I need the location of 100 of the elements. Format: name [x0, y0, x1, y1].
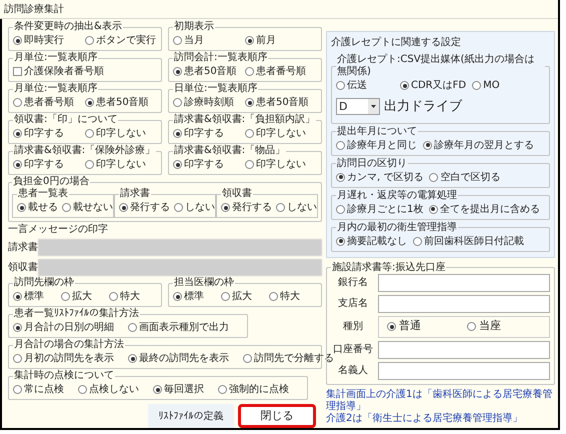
option-label: 印字しない — [256, 158, 306, 172]
radio-button[interactable] — [13, 98, 22, 107]
radio-button[interactable] — [336, 81, 345, 90]
radio-button[interactable] — [221, 203, 230, 212]
field-label: 口座番号 — [333, 342, 374, 357]
option-label: 印字しない — [256, 126, 306, 141]
group-title: 集計時の点検について — [13, 370, 115, 382]
radio-button[interactable] — [221, 292, 230, 301]
radio-button[interactable] — [85, 160, 94, 169]
group-title: 領収書 — [221, 188, 253, 200]
radio-button[interactable] — [128, 354, 137, 363]
input-field[interactable] — [378, 294, 550, 312]
field-label: 領収書 — [8, 260, 38, 275]
radio-button[interactable] — [336, 172, 345, 182]
input-field[interactable] — [378, 362, 550, 380]
option-label: カンマ, で区切る — [347, 170, 424, 184]
group-title: 訪問日の区切り — [336, 158, 408, 170]
group-title: 月遅れ・返戻等の電算処理 — [336, 190, 458, 202]
radio-button[interactable] — [276, 203, 285, 212]
option-label: CDR又はFD — [411, 79, 466, 93]
radio-button[interactable] — [336, 204, 345, 214]
radio-button[interactable] — [413, 236, 422, 246]
radio-button[interactable] — [428, 204, 438, 214]
radio-button[interactable] — [336, 140, 345, 150]
radio-button[interactable] — [128, 323, 137, 332]
radio-button[interactable] — [387, 322, 396, 331]
radio-button[interactable] — [218, 385, 227, 394]
option-label: 当月 — [184, 34, 204, 48]
radio-button[interactable] — [13, 385, 22, 394]
radio-button[interactable] — [153, 385, 162, 394]
option-label: 即時実行 — [24, 34, 64, 48]
radio-button[interactable] — [13, 292, 22, 301]
radio-button[interactable] — [62, 203, 71, 212]
radio-button[interactable] — [423, 140, 432, 150]
input-field[interactable] — [378, 274, 550, 292]
option-label: 月初の訪問先を表示 — [24, 352, 114, 366]
radio-button[interactable] — [119, 203, 128, 212]
drive-dropdown[interactable]: D — [336, 98, 380, 116]
radio-button[interactable] — [173, 98, 182, 107]
radio-button[interactable] — [173, 129, 182, 138]
option-label: 標準 — [24, 290, 44, 304]
radio-button[interactable] — [173, 160, 182, 169]
group-title: 月単位:一覧表順序 — [13, 83, 98, 95]
option-label: 載せない — [73, 200, 113, 215]
option-label: 載せる — [28, 200, 58, 215]
radio-button[interactable] — [173, 67, 182, 76]
option-label: 患者50音順 — [96, 96, 149, 110]
radio-button[interactable] — [85, 129, 94, 138]
radio-button[interactable] — [13, 160, 22, 169]
section-title: 一言メッセージの印字 — [8, 223, 109, 236]
radio-button[interactable] — [336, 236, 345, 246]
radio-button[interactable] — [400, 81, 409, 90]
input-field[interactable] — [378, 340, 550, 358]
radio-button[interactable] — [174, 203, 183, 212]
option-label: ボタンで実行 — [96, 34, 156, 48]
radio-button[interactable] — [467, 322, 476, 331]
radio-button[interactable] — [85, 36, 94, 45]
radio-button[interactable] — [243, 354, 252, 363]
option-label: 拡大 — [232, 290, 252, 304]
radio-button[interactable] — [269, 292, 278, 301]
option-label: 印字する — [24, 158, 64, 172]
option-label: 当座 — [479, 318, 501, 334]
radio-button[interactable] — [173, 292, 182, 301]
radio-button[interactable] — [85, 98, 94, 107]
message-field[interactable] — [38, 239, 322, 256]
dialog-button[interactable]: 閉じる — [238, 404, 316, 428]
radio-button[interactable] — [78, 385, 87, 394]
option-label: 診療時刻順 — [184, 96, 234, 110]
checkbox[interactable] — [13, 67, 22, 76]
option-label: 毎回選択 — [164, 383, 204, 397]
panel-title: 介護レセプトに関連する設定 — [331, 36, 462, 50]
message-field[interactable] — [38, 259, 322, 276]
radio-button[interactable] — [17, 203, 26, 212]
group-title: 負担金0円の場合 — [12, 176, 90, 188]
option-label: 患者50音順 — [256, 96, 309, 110]
radio-button[interactable] — [245, 129, 254, 138]
radio-button[interactable] — [109, 292, 118, 301]
radio-button[interactable] — [13, 354, 22, 363]
option-label: 全てを提出月に含める — [440, 202, 540, 216]
radio-button[interactable] — [13, 129, 22, 138]
option-label: 印字しない — [96, 126, 146, 141]
option-label: 患者番号順 — [256, 64, 306, 79]
radio-button[interactable] — [13, 36, 22, 45]
radio-button[interactable] — [429, 172, 438, 182]
option-label: 発行する — [232, 201, 272, 215]
group-title: 月単位:一覧表順序 — [13, 52, 98, 64]
option-label: 印字しない — [96, 158, 146, 172]
radio-button[interactable] — [245, 67, 254, 76]
radio-button[interactable] — [61, 292, 70, 301]
dialog-button[interactable]: ﾘｽﾄﾌｧｲﾙの定義 — [148, 404, 234, 428]
radio-button[interactable] — [245, 36, 254, 45]
radio-button[interactable] — [173, 36, 182, 45]
radio-button[interactable] — [245, 98, 254, 107]
radio-button[interactable] — [13, 323, 22, 332]
option-label: 標準 — [184, 290, 204, 304]
radio-button[interactable] — [245, 160, 254, 169]
option-label: 患者番号順 — [24, 96, 74, 110]
radio-button[interactable] — [472, 81, 482, 90]
option-label: しない — [287, 201, 317, 215]
option-label: 普通 — [399, 318, 421, 334]
